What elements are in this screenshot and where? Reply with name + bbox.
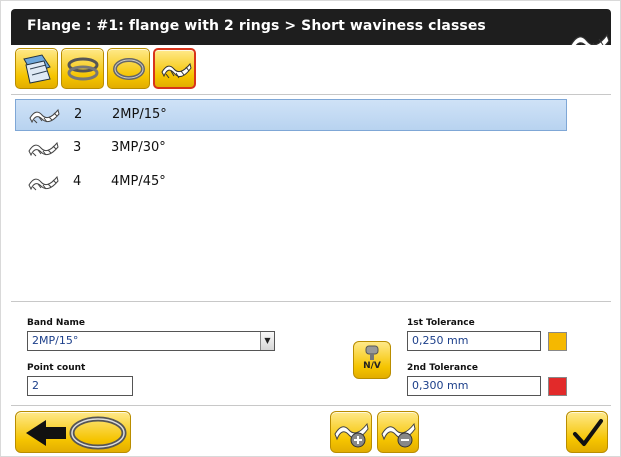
probe-icon (365, 345, 379, 360)
flange-drawing-icon (23, 54, 51, 84)
band-name-select[interactable]: 2MP/15° ▼ (27, 331, 275, 351)
ring-pair-button[interactable] (61, 48, 104, 89)
chevron-down-icon[interactable]: ▼ (260, 332, 274, 350)
list-item-label: 4MP/45° (111, 174, 166, 189)
add-waviness-icon (334, 422, 369, 448)
tolerance2-input[interactable]: 0,300 mm (407, 376, 541, 396)
checkmark-icon (573, 419, 603, 446)
waviness-icon (28, 175, 59, 191)
band-name-value: 2MP/15° (32, 334, 79, 347)
ring-pair-icon (67, 57, 99, 81)
nv-label: N/V (363, 361, 381, 371)
single-ring-button[interactable] (107, 48, 150, 89)
window-title: Flange : #1: flange with 2 rings > Short… (27, 18, 486, 34)
tolerance2-value: 0,300 mm (412, 379, 469, 392)
waviness-icon (29, 108, 60, 124)
list-item-label: 3MP/30° (111, 140, 166, 155)
remove-waviness-icon (381, 422, 416, 448)
title-bar: Flange : #1: flange with 2 rings > Short… (11, 9, 611, 45)
list-item[interactable]: 4 4MP/45° (15, 167, 567, 199)
single-ring-icon (113, 58, 145, 80)
tolerance1-value: 0,250 mm (412, 334, 469, 347)
band-name-label: Band Name (27, 318, 86, 328)
flange-drawing-button[interactable] (15, 48, 58, 89)
list-item[interactable]: 3 3MP/30° (15, 133, 567, 165)
remove-band-button[interactable] (377, 411, 419, 453)
point-count-value: 2 (32, 379, 39, 392)
tolerance2-label: 2nd Tolerance (407, 363, 478, 373)
list-item-label: 2MP/15° (112, 107, 167, 122)
divider (11, 405, 611, 406)
waviness-class-list: 2 2MP/15° 3 3MP/30° 4 4MP/45° (15, 99, 609, 295)
nv-button[interactable]: N/V (353, 341, 391, 379)
tolerance2-color-swatch[interactable] (548, 377, 567, 396)
toolbar (11, 45, 611, 95)
confirm-button[interactable] (566, 411, 608, 453)
point-count-input[interactable]: 2 (27, 376, 133, 396)
list-item-number: 2 (74, 107, 83, 122)
divider (11, 301, 611, 302)
tolerance1-label: 1st Tolerance (407, 318, 475, 328)
back-arrow-icon (26, 416, 127, 450)
waviness-button[interactable] (153, 48, 196, 89)
tolerance1-color-swatch[interactable] (548, 332, 567, 351)
add-band-button[interactable] (330, 411, 372, 453)
point-count-label: Point count (27, 363, 86, 373)
list-item[interactable]: 2 2MP/15° (15, 99, 567, 131)
back-button[interactable] (15, 411, 131, 453)
tolerance1-input[interactable]: 0,250 mm (407, 331, 541, 351)
waviness-icon (28, 141, 59, 157)
window-frame: Flange : #1: flange with 2 rings > Short… (0, 0, 621, 457)
list-item-number: 4 (73, 174, 82, 189)
list-item-number: 3 (73, 140, 82, 155)
waviness-icon (161, 62, 192, 79)
